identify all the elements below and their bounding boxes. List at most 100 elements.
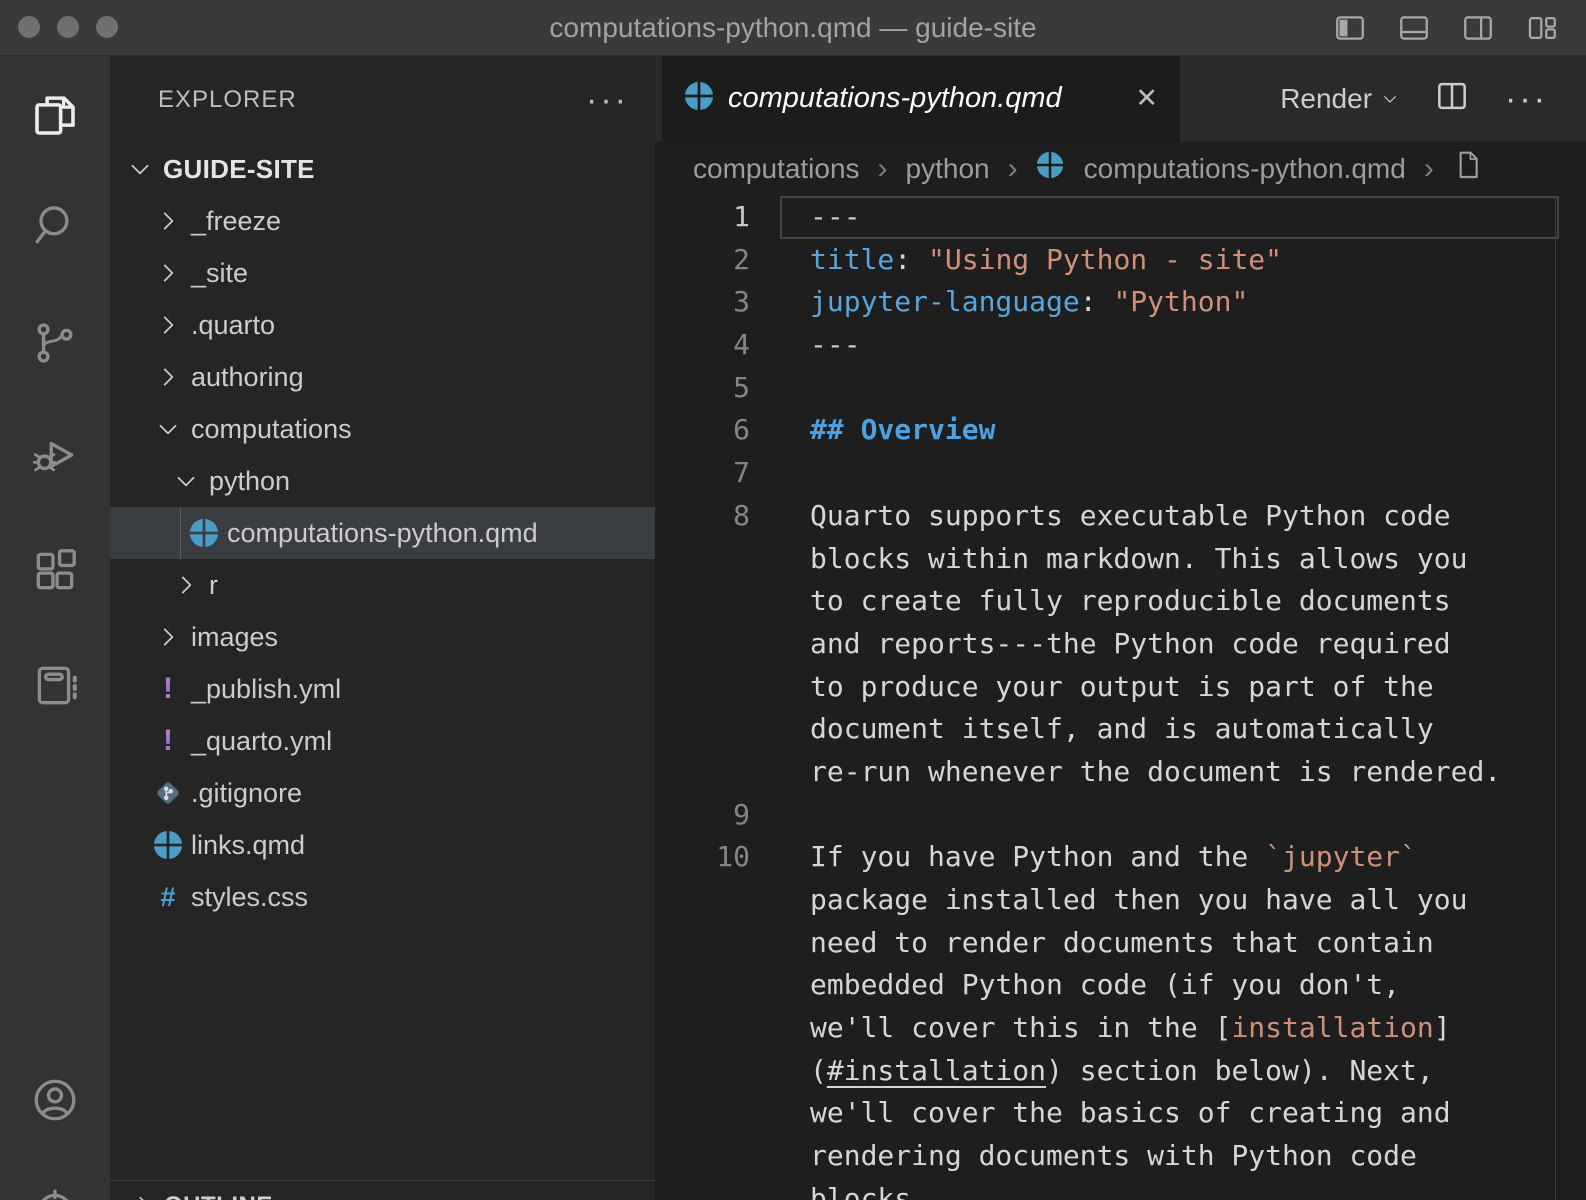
layout-sidebar-left-icon[interactable] [1332, 10, 1368, 46]
editor-actions: Render ··· [1280, 56, 1586, 141]
tree-item-label: _quarto.yml [191, 726, 332, 757]
layout-sidebar-right-icon[interactable] [1460, 10, 1496, 46]
tree-item-freeze[interactable]: _freeze [110, 195, 655, 247]
code-line-text: document itself, and is automatically [810, 708, 1434, 751]
tree-item-label: _site [191, 258, 248, 289]
layout-panel-icon[interactable] [1396, 10, 1432, 46]
code-line-text: ## Overview [810, 409, 995, 452]
chevron-right-icon[interactable] [150, 203, 186, 239]
code-segment: package installed then you have all you [810, 883, 1467, 916]
line-number: 3 [655, 281, 750, 324]
code-line[interactable]: to produce your output is part of the [655, 666, 1586, 709]
code-line[interactable]: need to render documents that contain [655, 922, 1586, 965]
code-line[interactable]: (#installation) section below). Next, [655, 1050, 1586, 1093]
render-button[interactable]: Render [1280, 83, 1399, 115]
render-button-label: Render [1280, 83, 1372, 115]
code-line[interactable]: to create fully reproducible documents [655, 580, 1586, 623]
editor-more-actions-button[interactable]: ··· [1505, 89, 1548, 109]
code-line[interactable]: document itself, and is automatically [655, 708, 1586, 751]
files-icon [28, 88, 82, 147]
tree-item-r[interactable]: r [110, 559, 655, 611]
activitybar-item-search[interactable] [26, 198, 84, 256]
code-line[interactable]: we'll cover the basics of creating and [655, 1092, 1586, 1135]
code-line[interactable]: re-run whenever the document is rendered… [655, 751, 1586, 794]
sidebar-more-actions-button[interactable]: ··· [586, 90, 629, 110]
outline-section[interactable]: OUTLINE [110, 1180, 655, 1200]
code-editor[interactable]: 1---2title: "Using Python - site"3jupyte… [655, 196, 1586, 1200]
chevron-down-icon[interactable] [150, 411, 186, 447]
tree-item-label: links.qmd [191, 830, 305, 861]
code-line[interactable]: embedded Python code (if you don't, [655, 964, 1586, 1007]
layout-customize-icon[interactable] [1524, 10, 1560, 46]
line-number [655, 879, 750, 922]
code-line[interactable]: we'll cover this in the [installation] [655, 1007, 1586, 1050]
chevron-down-icon[interactable] [168, 463, 204, 499]
chevron-right-icon[interactable] [150, 619, 186, 655]
chevron-right-icon[interactable] [150, 307, 186, 343]
explorer-sidebar: EXPLORER ··· GUIDE-SITE _freeze_site.qua… [110, 56, 655, 1200]
close-tab-icon[interactable]: ✕ [1135, 83, 1158, 114]
tree-item-computations[interactable]: computations [110, 403, 655, 455]
split-editor-icon[interactable] [1433, 77, 1471, 120]
tree-item-gitignore[interactable]: .gitignore [110, 767, 655, 819]
activitybar-item-explorer[interactable] [26, 88, 84, 146]
tree-item-label: _freeze [191, 206, 281, 237]
breadcrumb-item-computations[interactable]: computations [693, 153, 860, 185]
breadcrumb-item-computations-python-qmd[interactable]: computations-python.qmd [1084, 153, 1406, 185]
code-line[interactable]: 9 [655, 794, 1586, 837]
activitybar-item-run-debug[interactable] [26, 428, 84, 486]
line-number: 5 [655, 367, 750, 410]
tree-item-computations-python-qmd[interactable]: computations-python.qmd [110, 507, 655, 559]
tree-item-site[interactable]: _site [110, 247, 655, 299]
activitybar-item-extensions[interactable] [26, 543, 84, 601]
code-segment: ## Overview [810, 413, 995, 446]
tree-item-authoring[interactable]: authoring [110, 351, 655, 403]
tree-item-publish-yml[interactable]: !_publish.yml [110, 663, 655, 715]
code-segment: "Using Python - site" [928, 243, 1282, 276]
tree-item-images[interactable]: images [110, 611, 655, 663]
tree-item-links-qmd[interactable]: links.qmd [110, 819, 655, 871]
code-line[interactable]: blocks within markdown. This allows you [655, 538, 1586, 581]
activitybar-item-settings[interactable] [26, 1184, 84, 1200]
tree-item-label: _publish.yml [191, 674, 341, 705]
code-line-text: --- [810, 324, 861, 367]
breadcrumb-item-python[interactable]: python [906, 153, 990, 185]
root-folder-label: GUIDE-SITE [163, 154, 315, 185]
tree-item-styles-css[interactable]: #styles.css [110, 871, 655, 923]
chevron-down-icon[interactable] [122, 151, 158, 187]
code-line[interactable]: 3jupyter-language: "Python" [655, 281, 1586, 324]
code-line[interactable]: 6## Overview [655, 409, 1586, 452]
code-line[interactable]: blocks. [655, 1178, 1586, 1200]
code-line[interactable]: 4--- [655, 324, 1586, 367]
run-debug-icon [30, 430, 80, 485]
code-line-text: embedded Python code (if you don't, [810, 964, 1400, 1007]
indent-guide [180, 507, 181, 559]
tree-item-quarto-yml[interactable]: !_quarto.yml [110, 715, 655, 767]
activitybar-item-accounts[interactable] [26, 1073, 84, 1131]
chevron-right-icon[interactable] [150, 359, 186, 395]
account-icon [30, 1075, 80, 1130]
code-line[interactable]: rendering documents with Python code [655, 1135, 1586, 1178]
quarto-icon [1036, 151, 1066, 186]
code-line-text: blocks within markdown. This allows you [810, 538, 1467, 581]
code-segment: #installation [827, 1054, 1046, 1087]
activitybar-item-notebook[interactable] [26, 658, 84, 716]
chevron-right-icon[interactable] [168, 567, 204, 603]
code-line-text: re-run whenever the document is rendered… [810, 751, 1501, 794]
code-line[interactable]: 7 [655, 452, 1586, 495]
activitybar-item-source-control[interactable] [26, 316, 84, 374]
tree-item-python[interactable]: python [110, 455, 655, 507]
tab-computations-python-qmd[interactable]: computations-python.qmd ✕ [662, 56, 1180, 141]
title-bar: computations-python.qmd — guide-site [0, 0, 1586, 56]
code-line[interactable]: and reports---the Python code required [655, 623, 1586, 666]
code-line[interactable]: 10If you have Python and the `jupyter` [655, 836, 1586, 879]
chevron-right-icon[interactable] [150, 255, 186, 291]
tree-item-quarto[interactable]: .quarto [110, 299, 655, 351]
code-line[interactable]: 5 [655, 367, 1586, 410]
tree-item-guide-site-root[interactable]: GUIDE-SITE [110, 143, 655, 195]
code-line[interactable]: package installed then you have all you [655, 879, 1586, 922]
line-number: 10 [655, 836, 750, 879]
code-segment: to produce your output is part of the [810, 670, 1434, 703]
code-line[interactable]: 2title: "Using Python - site" [655, 239, 1586, 282]
code-line[interactable]: 8Quarto supports executable Python code [655, 495, 1586, 538]
